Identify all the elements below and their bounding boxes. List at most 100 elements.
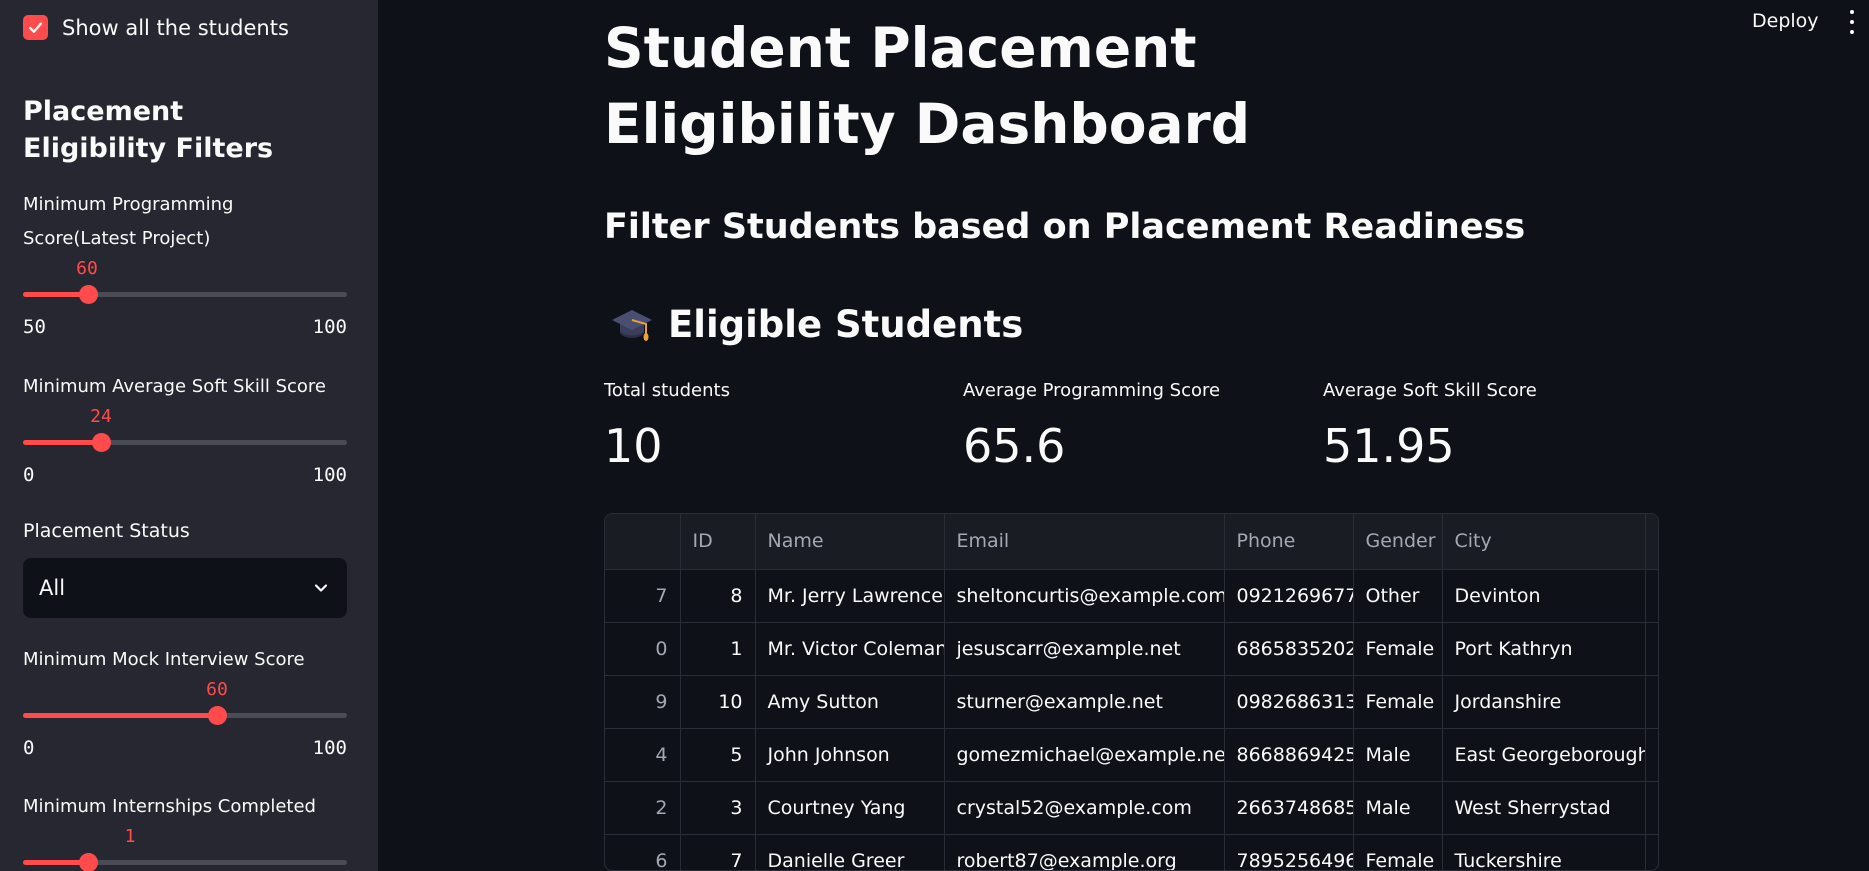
student-phone-cell[interactable]: 0982686313 — [1224, 675, 1354, 729]
table-row[interactable]: 7 8 Mr. Jerry Lawrence sheltoncurtis@exampl… — [605, 569, 1658, 623]
slider-thumb[interactable] — [208, 706, 227, 725]
slider-thumb[interactable] — [79, 285, 98, 304]
placement-status-value: All — [39, 576, 66, 600]
student-email-cell[interactable]: crystal52@example.com — [944, 781, 1225, 835]
student-name-cell[interactable]: John Johnson — [755, 728, 945, 782]
row-index-cell[interactable]: 7 — [605, 569, 681, 623]
row-index-cell[interactable]: 0 — [605, 622, 681, 676]
slider-max: 100 — [312, 737, 347, 759]
slider-thumb[interactable] — [92, 433, 111, 452]
student-name-cell[interactable]: Danielle Greer — [755, 834, 945, 870]
eligible-students-header: Eligible Students — [610, 302, 1023, 346]
row-index-cell[interactable]: 6 — [605, 834, 681, 870]
table-row[interactable]: 2 3 Courtney Yang crystal52@example.com 2663… — [605, 781, 1658, 835]
slider-label: Minimum Average Soft Skill Score — [23, 376, 327, 397]
slider-fill — [23, 440, 101, 445]
internships-completed-slider: Minimum Internships Completed 1 — [23, 790, 347, 871]
column-header-index[interactable] — [605, 514, 681, 570]
column-header-id[interactable]: ID — [680, 514, 756, 570]
student-id-cell[interactable]: 3 — [680, 781, 756, 835]
slider-min: 0 — [23, 737, 35, 759]
student-gender-cell[interactable]: Female — [1353, 622, 1443, 676]
metric-label: Average Soft Skill Score — [1323, 380, 1537, 401]
slider-value: 60 — [76, 258, 98, 279]
slider-track[interactable] — [23, 433, 347, 452]
student-phone-cell[interactable]: 0921269677 — [1224, 569, 1354, 623]
placement-status-label: Placement Status — [23, 520, 190, 542]
show-all-students-checkbox-row[interactable]: Show all the students — [23, 15, 289, 40]
table-header-row: ID Name Email Phone Gender City — [605, 514, 1658, 570]
student-email-cell[interactable]: gomezmichael@example.net — [944, 728, 1225, 782]
student-phone-cell[interactable]: 7895256496 — [1224, 834, 1354, 870]
deploy-button[interactable]: Deploy — [1752, 10, 1819, 32]
programming-score-slider: Minimum Programming Score(Latest Project… — [23, 188, 347, 338]
student-city-cell[interactable]: Devinton — [1442, 569, 1646, 623]
student-id-cell[interactable]: 10 — [680, 675, 756, 729]
student-city-cell[interactable]: Port Kathryn — [1442, 622, 1646, 676]
student-email-cell[interactable]: robert87@example.org — [944, 834, 1225, 870]
slider-thumb[interactable] — [79, 853, 98, 871]
row-index-cell[interactable]: 4 — [605, 728, 681, 782]
student-email-cell[interactable]: jesuscarr@example.net — [944, 622, 1225, 676]
student-name-cell[interactable]: Mr. Jerry Lawrence — [755, 569, 945, 623]
student-id-cell[interactable]: 5 — [680, 728, 756, 782]
student-gender-cell[interactable]: Other — [1353, 569, 1443, 623]
student-email-cell[interactable]: sturner@example.net — [944, 675, 1225, 729]
table-row[interactable]: 0 1 Mr. Victor Coleman jesuscarr@example.ne… — [605, 622, 1658, 676]
mock-interview-score-slider: Minimum Mock Interview Score 60 0 100 — [23, 643, 347, 759]
student-phone-cell[interactable]: 8668869425 — [1224, 728, 1354, 782]
slider-track[interactable] — [23, 706, 347, 725]
students-table[interactable]: ID Name Email Phone Gender City 7 8 Mr. Je… — [604, 513, 1659, 871]
page-subtitle: Filter Students based on Placement Readi… — [604, 207, 1526, 247]
student-gender-cell[interactable]: Female — [1353, 675, 1443, 729]
placement-status-select[interactable]: All — [23, 558, 347, 618]
student-city-cell[interactable]: East Georgeborough — [1442, 728, 1646, 782]
overflow-cell[interactable] — [1645, 569, 1658, 623]
student-id-cell[interactable]: 7 — [680, 834, 756, 870]
sidebar: Show all the students Placement Eligibil… — [0, 0, 378, 871]
main-menu-icon[interactable] — [1848, 10, 1856, 34]
student-gender-cell[interactable]: Male — [1353, 781, 1443, 835]
slider-min: 50 — [23, 316, 46, 338]
student-gender-cell[interactable]: Female — [1353, 834, 1443, 870]
metric-avg-programming-score: Average Programming Score 65.6 — [963, 380, 1220, 473]
student-city-cell[interactable]: Tuckershire — [1442, 834, 1646, 870]
slider-track[interactable] — [23, 285, 347, 304]
slider-track[interactable] — [23, 853, 347, 871]
column-header-name[interactable]: Name — [755, 514, 945, 570]
overflow-cell[interactable] — [1645, 728, 1658, 782]
column-header-gender[interactable]: Gender — [1353, 514, 1443, 570]
slider-value: 24 — [90, 406, 112, 427]
row-index-cell[interactable]: 2 — [605, 781, 681, 835]
student-id-cell[interactable]: 8 — [680, 569, 756, 623]
metric-value: 65.6 — [963, 419, 1066, 473]
student-phone-cell[interactable]: 6865835202 — [1224, 622, 1354, 676]
row-index-cell[interactable]: 9 — [605, 675, 681, 729]
column-header-overflow[interactable] — [1645, 514, 1658, 570]
student-phone-cell[interactable]: 2663748685 — [1224, 781, 1354, 835]
slider-fill — [23, 713, 217, 718]
soft-skill-score-slider: Minimum Average Soft Skill Score 24 0 10… — [23, 370, 347, 486]
overflow-cell[interactable] — [1645, 675, 1658, 729]
table-row[interactable]: 6 7 Danielle Greer robert87@example.org 7895… — [605, 834, 1658, 870]
student-city-cell[interactable]: West Sherrystad — [1442, 781, 1646, 835]
column-header-phone[interactable]: Phone — [1224, 514, 1354, 570]
student-name-cell[interactable]: Amy Sutton — [755, 675, 945, 729]
student-name-cell[interactable]: Mr. Victor Coleman — [755, 622, 945, 676]
student-name-cell[interactable]: Courtney Yang — [755, 781, 945, 835]
sidebar-title: Placement Eligibility Filters — [23, 96, 274, 164]
overflow-cell[interactable] — [1645, 834, 1658, 870]
metric-total-students: Total students 10 — [604, 380, 730, 473]
student-id-cell[interactable]: 1 — [680, 622, 756, 676]
column-header-email[interactable]: Email — [944, 514, 1225, 570]
column-header-city[interactable]: City — [1442, 514, 1646, 570]
overflow-cell[interactable] — [1645, 622, 1658, 676]
table-row[interactable]: 4 5 John Johnson gomezmichael@example.net 86… — [605, 728, 1658, 782]
student-email-cell[interactable]: sheltoncurtis@example.com — [944, 569, 1225, 623]
show-all-students-checkbox[interactable] — [23, 15, 48, 40]
metric-value: 10 — [604, 419, 663, 473]
student-city-cell[interactable]: Jordanshire — [1442, 675, 1646, 729]
student-gender-cell[interactable]: Male — [1353, 728, 1443, 782]
overflow-cell[interactable] — [1645, 781, 1658, 835]
table-row[interactable]: 9 10 Amy Sutton sturner@example.net 09826863… — [605, 675, 1658, 729]
